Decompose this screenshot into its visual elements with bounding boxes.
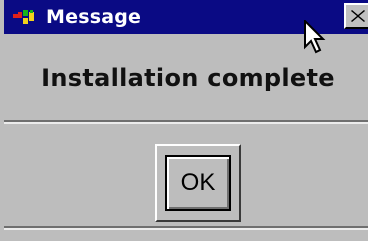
title-bar[interactable]: Message	[4, 0, 368, 34]
window-title: Message	[46, 6, 142, 28]
divider-top	[4, 120, 368, 124]
colored-app-icon	[13, 10, 34, 24]
close-x-icon	[351, 10, 365, 22]
close-button[interactable]	[344, 3, 368, 29]
message-text: Installation complete	[41, 64, 335, 92]
ok-button[interactable]: OK	[165, 155, 231, 211]
divider-bottom	[4, 226, 368, 230]
message-dialog: Message Installation complete OK	[0, 0, 368, 241]
